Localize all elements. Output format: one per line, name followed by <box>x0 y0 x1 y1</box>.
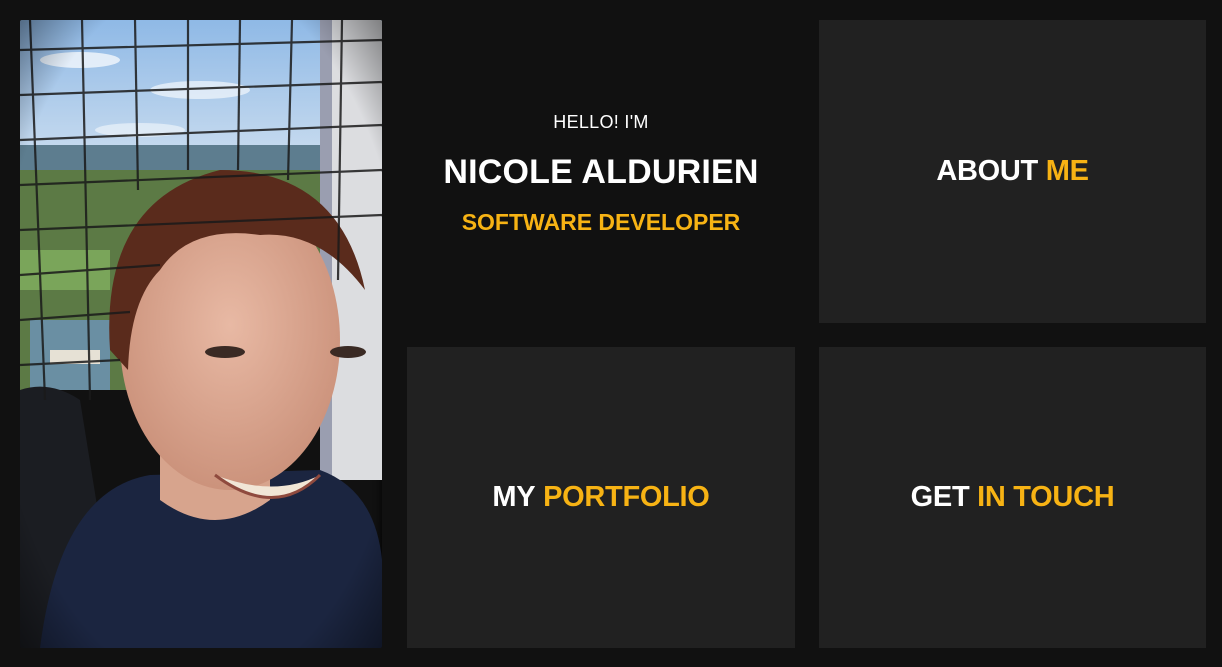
portfolio-label: MY PORTFOLIO <box>492 481 709 514</box>
greeting-text: HELLO! I'M <box>553 112 649 132</box>
in-touch-word: IN TOUCH <box>977 481 1115 513</box>
get-word: GET <box>910 481 970 513</box>
about-me-label: ABOUT ME <box>936 155 1089 188</box>
role-subtitle: SOFTWARE DEVELOPER <box>461 209 741 235</box>
my-word: MY <box>492 481 536 513</box>
intro-block: HELLO! I'M NICOLE ALDURIEN SOFTWARE DEVE… <box>407 20 795 323</box>
profile-photo <box>20 20 382 648</box>
me-word: ME <box>1045 155 1089 187</box>
portfolio-tile[interactable]: MY PORTFOLIO <box>407 347 795 648</box>
page: HELLO! I'M NICOLE ALDURIEN SOFTWARE DEVE… <box>0 0 1222 667</box>
get-in-touch-tile[interactable]: GET IN TOUCH <box>819 347 1206 648</box>
about-word: ABOUT <box>936 155 1038 187</box>
portfolio-word: PORTFOLIO <box>543 481 710 513</box>
name-heading: NICOLE ALDURIEN <box>443 153 759 191</box>
get-in-touch-label: GET IN TOUCH <box>911 481 1115 514</box>
about-me-tile[interactable]: ABOUT ME <box>819 20 1206 323</box>
